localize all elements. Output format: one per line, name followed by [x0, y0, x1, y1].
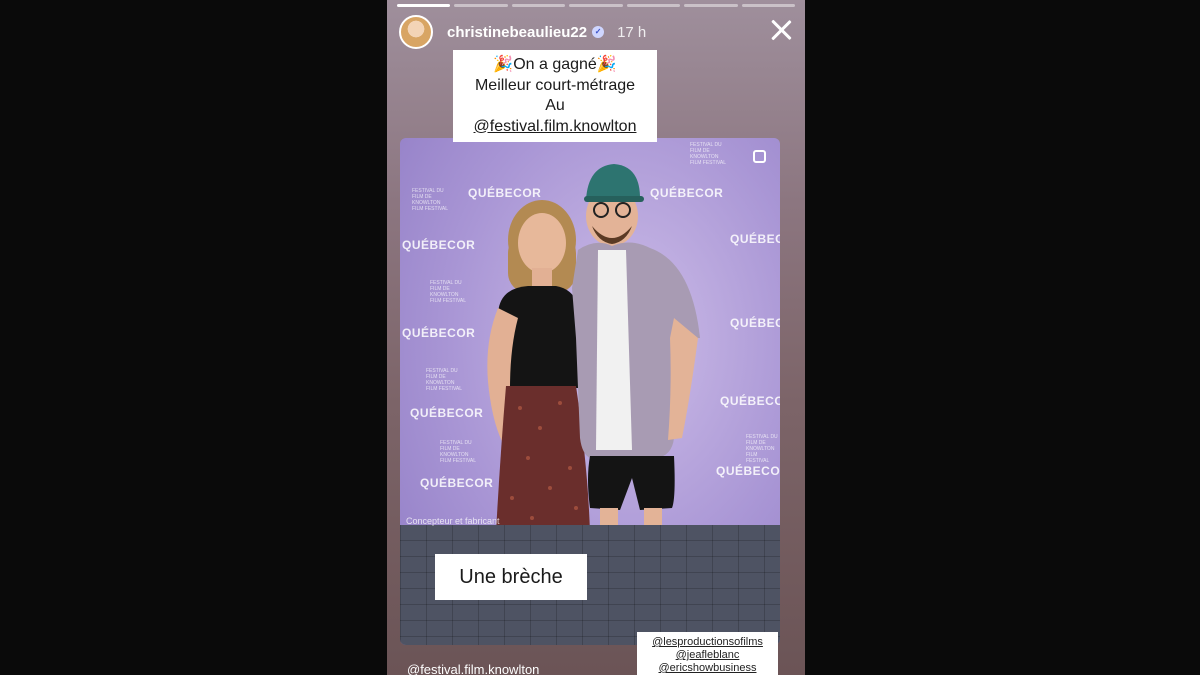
progress-segment [684, 4, 738, 7]
backdrop-logo: QUÉBECOR [410, 406, 484, 420]
backdrop-small: FESTIVAL DU FILM DE KNOWLTON FILM FESTIV… [690, 142, 727, 166]
backdrop-logo: QUÉBECOR [402, 326, 476, 340]
film-title-sticker: Une brèche [435, 554, 587, 600]
tag-link[interactable]: @ericshowbusiness [637, 662, 778, 675]
caption-sticker: 🎉On a gagné🎉 Meilleur court-métrage Au @… [453, 50, 657, 142]
tags-sticker: @lesproductionsofilms @jeafleblanc @eric… [637, 632, 778, 675]
progress-segment [397, 4, 451, 7]
backdrop-logo: QUÉBECOR [402, 238, 476, 252]
backdrop-footer-text: Concepteur et fabricant [406, 516, 500, 526]
backdrop-small: FESTIVAL DU FILM DE KNOWLTON FILM FESTIV… [430, 280, 467, 304]
backdrop-small: FESTIVAL DU FILM DE KNOWLTON FILM FESTIV… [746, 434, 778, 464]
story-viewer[interactable]: christinebeaulieu22 ✓ 17 h QUÉBECOR QUÉB… [387, 0, 805, 675]
backdrop-small: FESTIVAL DU FILM DE KNOWLTON FILM FESTIV… [412, 188, 449, 212]
avatar[interactable] [399, 15, 433, 49]
timestamp: 17 h [617, 23, 647, 41]
mention-link[interactable]: @festival.film.knowlton [407, 662, 539, 675]
story-progress-bar [397, 4, 795, 7]
progress-segment [741, 4, 795, 7]
backdrop-logo: QUÉBECOR [420, 476, 494, 490]
progress-segment [454, 4, 508, 7]
backdrop-logo: QUÉBECOR [720, 394, 780, 408]
tag-link[interactable]: @lesproductionsofilms [637, 636, 778, 649]
tag-link[interactable]: @jeafleblanc [637, 649, 778, 662]
username-link[interactable]: christinebeaulieu22 [447, 24, 587, 41]
close-icon[interactable] [769, 18, 793, 42]
caption-line: Au [545, 97, 565, 114]
backdrop-small: FESTIVAL DU FILM DE KNOWLTON FILM FESTIV… [426, 368, 463, 392]
festival-mention-link[interactable]: @festival.film.knowlton [453, 117, 657, 138]
verified-icon: ✓ [592, 26, 605, 38]
backdrop-logo: QUÉBECOR [468, 186, 542, 200]
progress-segment [626, 4, 681, 7]
backdrop-logo: QUÉBECOR [730, 316, 780, 330]
progress-segment [511, 4, 566, 7]
story-header: christinebeaulieu22 ✓ 17 h [399, 14, 646, 50]
backdrop-logo: QUÉBECOR [716, 464, 780, 478]
progress-segment [569, 4, 623, 7]
caption-line: 🎉On a gagné🎉 [493, 56, 617, 73]
multi-post-icon [753, 150, 766, 163]
backdrop-logo: QUÉBECOR [730, 232, 780, 246]
backdrop-small: FESTIVAL DU FILM DE KNOWLTON FILM FESTIV… [440, 440, 477, 464]
backdrop-logo: QUÉBECOR [650, 186, 724, 200]
caption-line: Meilleur court-métrage [474, 76, 636, 94]
